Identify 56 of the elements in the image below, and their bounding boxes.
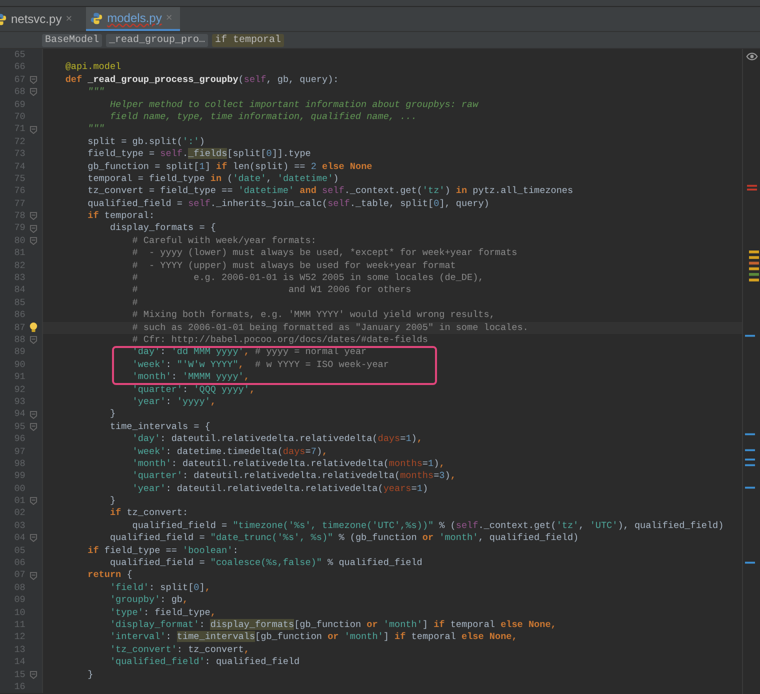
code-line: field name, type, time information, qualified name, ... bbox=[108, 110, 417, 122]
code-line: 'groupby': gb, bbox=[108, 594, 188, 606]
code-line: if temporal: bbox=[86, 210, 155, 222]
code-line: field_type = self._fields[split[0]].type bbox=[86, 148, 311, 160]
code-line: } bbox=[108, 495, 116, 506]
close-icon[interactable]: × bbox=[66, 13, 72, 25]
code-line: def _read_group_process_groupby(self, gb, query): bbox=[64, 74, 339, 85]
code-line: 'week': datetime.timedelta(days=7), bbox=[131, 446, 328, 456]
code-line: if field_type == 'boolean': bbox=[86, 544, 238, 556]
file-tab[interactable]: models.py × bbox=[86, 7, 180, 31]
code-line: # such as 2006-01-01 being formatted as "January 2005" in some locales. bbox=[131, 322, 528, 333]
code-line: 'year': 'yyyy', bbox=[131, 396, 216, 407]
code-line: # bbox=[131, 296, 138, 308]
code-line: gb_function = split[1] if len(split) == 2 else None bbox=[86, 160, 372, 172]
code-line: 'type': field_type, bbox=[108, 606, 216, 618]
code-line: qualified_field = "date_trunc('%s', %s)" % (gb_function or 'month', qualified_field) bbox=[108, 532, 579, 544]
code-line: 'day': dateutil.relativedelta.relativedelta(days=1), bbox=[131, 433, 422, 444]
code-line: 'quarter': 'QQQ yyyy', bbox=[131, 384, 256, 395]
code-line: return { bbox=[86, 569, 132, 580]
code-line: qualified_field = self._inherits_join_calc(self._table, split[0], query) bbox=[86, 198, 490, 209]
code-line: 'month': 'MMMM yyyy', bbox=[131, 371, 250, 382]
code-line: } bbox=[86, 668, 94, 680]
code-line: # - YYYY (upper) must always be used for week+year format bbox=[131, 260, 456, 271]
code-line: @api.model bbox=[64, 61, 122, 72]
file-tab[interactable]: netsvc.py × bbox=[0, 7, 80, 31]
code-line: 'field': split[0], bbox=[108, 582, 210, 593]
code-line: 'year': dateutil.relativedelta.relativedelta(years=1) bbox=[131, 482, 428, 494]
code-line: # and W1 2006 for others bbox=[131, 284, 412, 296]
code-line: Helper method to collect important information about groupbys: raw bbox=[108, 98, 478, 110]
code-line: 'quarter': dateutil.relativedelta.relativedelta(months=3), bbox=[131, 470, 456, 482]
code-line: if tz_convert: bbox=[108, 507, 188, 518]
breadcrumb[interactable]: _read_group_pro… bbox=[106, 34, 208, 46]
code-line: 'month': dateutil.relativedelta.relativedelta(months=1), bbox=[131, 458, 445, 469]
code-line: time_intervals = { bbox=[108, 420, 210, 432]
code-line: 'tz_convert': tz_convert, bbox=[108, 644, 250, 655]
code-line: """ bbox=[86, 123, 104, 134]
code-line: # Mixing both formats, e.g. 'MMM YYYY' would yield wrong results, bbox=[131, 309, 495, 320]
code-line: 'display_format': display_formats[gb_function or 'month'] if temporal else None, bbox=[108, 618, 556, 630]
code-line: # - yyyy (lower) must always be used, *except* for week+year formats bbox=[131, 247, 518, 258]
code-line: """ bbox=[86, 86, 104, 98]
code-line: qualified_field = "coalesce(%s,false)" % qualified_field bbox=[108, 557, 422, 568]
code-line: split = gb.split(':') bbox=[86, 136, 205, 147]
code-line: tz_convert = field_type == 'datetime' and self._context.get('tz') in pytz.all_timezones bbox=[86, 185, 574, 196]
code-line: # Cfr: http://babel.pocoo.org/docs/dates/#date-fields bbox=[131, 334, 428, 345]
code-line: temporal = field_type in ('date', 'datetime') bbox=[86, 172, 339, 184]
code-line: 'week': "'W'w YYYY", # w YYYY = ISO week-year bbox=[131, 358, 389, 370]
code-line: # Careful with week/year formats: bbox=[131, 234, 316, 246]
breadcrumb[interactable]: BaseModel bbox=[42, 34, 102, 46]
code-line: 'day': 'dd MMM yyyy', # yyyy = normal year bbox=[131, 346, 367, 358]
code-line: display_formats = { bbox=[108, 222, 216, 234]
code-line: qualified_field = "timezone('%s', timezone('UTC',%s))" % (self._context.get('tz', 'UTC'), qualified_field) bbox=[131, 520, 724, 531]
code-line: 'qualified_field': qualified_field bbox=[108, 656, 300, 668]
code-line: } bbox=[108, 408, 116, 420]
code-line: # e.g. 2006-01-01 is W52 2005 in some locales (de_DE), bbox=[131, 272, 484, 284]
breadcrumb[interactable]: if temporal bbox=[212, 34, 284, 46]
code-line: 'interval': time_intervals[gb_function or 'month'] if temporal else None, bbox=[108, 631, 518, 642]
